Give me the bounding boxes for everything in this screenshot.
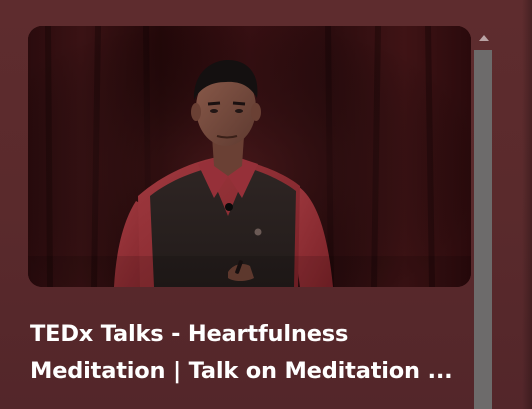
scroll-track[interactable] bbox=[474, 50, 492, 409]
scroll-up-arrow-icon[interactable] bbox=[479, 35, 489, 41]
vertical-scrollbar[interactable] bbox=[474, 26, 492, 409]
thumbnail-image bbox=[28, 26, 471, 287]
video-thumbnail[interactable] bbox=[28, 26, 471, 287]
video-title[interactable]: TEDx Talks - Heartfulness Meditation | T… bbox=[30, 316, 471, 390]
panel-edge-shadow bbox=[522, 0, 532, 409]
video-card[interactable]: TEDx Talks - Heartfulness Meditation | T… bbox=[28, 26, 471, 409]
video-panel: TEDx Talks - Heartfulness Meditation | T… bbox=[0, 0, 532, 409]
scroll-thumb[interactable] bbox=[474, 50, 492, 409]
